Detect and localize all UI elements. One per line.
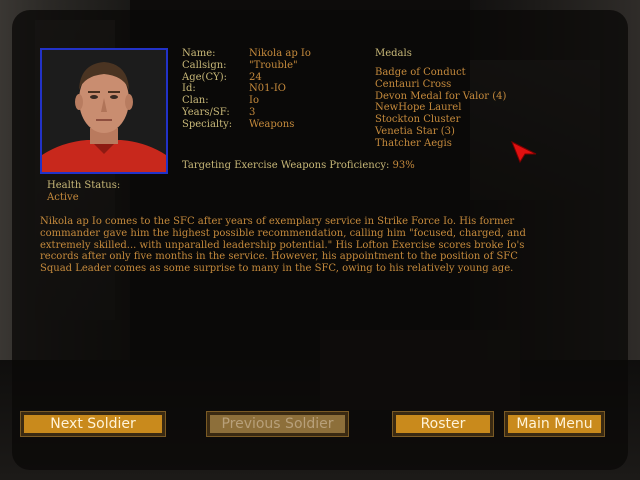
bio-line: records after only five months in the se… bbox=[40, 251, 518, 263]
bio-line: commander gave him the highest possible … bbox=[40, 227, 526, 239]
medal-item: Thatcher Aegis bbox=[375, 137, 452, 149]
medals-heading: Medals bbox=[375, 48, 412, 59]
proficiency-label: Targeting Exercise Weapons Proficiency: bbox=[182, 160, 390, 171]
label-callsign: Callsign: bbox=[182, 59, 227, 71]
main-menu-button[interactable]: Main Menu bbox=[504, 411, 605, 437]
label-clan: Clan: bbox=[182, 95, 209, 107]
value-specialty: Weapons bbox=[249, 118, 295, 130]
label-id: Id: bbox=[182, 83, 196, 95]
value-age: 24 bbox=[249, 71, 262, 83]
bio-line: Squad Leader comes as some surprise to m… bbox=[40, 263, 514, 275]
bio-line: extremely skilled... with unparalled lea… bbox=[40, 239, 525, 251]
roster-button[interactable]: Roster bbox=[392, 411, 494, 437]
dossier-labels: Name: Callsign: Age(CY): Id: Clan: Years… bbox=[182, 48, 232, 131]
medal-item: NewHope Laurel bbox=[375, 102, 462, 114]
soldier-portrait-image bbox=[42, 50, 166, 172]
weapons-proficiency: Targeting Exercise Weapons Proficiency: … bbox=[182, 160, 415, 172]
health-value: Active bbox=[47, 191, 79, 203]
health-label: Health Status: bbox=[47, 180, 121, 191]
value-callsign: "Trouble" bbox=[249, 59, 298, 71]
soldier-biography: Nikola ap Io comes to the SFC after year… bbox=[40, 216, 600, 275]
medal-item: Centauri Cross bbox=[375, 78, 452, 90]
label-specialty: Specialty: bbox=[182, 118, 233, 130]
cursor-arrow-icon bbox=[511, 140, 537, 164]
value-clan: Io bbox=[249, 95, 259, 107]
medal-item: Stockton Cluster bbox=[375, 114, 461, 126]
next-soldier-button[interactable]: Next Soldier bbox=[20, 411, 166, 437]
dossier-values: Nikola ap Io "Trouble" 24 N01-IO Io 3 We… bbox=[249, 48, 311, 131]
value-id: N01-IO bbox=[249, 83, 287, 95]
health-status: Health Status: Active bbox=[47, 180, 120, 204]
medal-item: Venetia Star (3) bbox=[375, 125, 455, 137]
value-name: Nikola ap Io bbox=[249, 48, 311, 59]
previous-soldier-button[interactable]: Previous Soldier bbox=[206, 411, 349, 437]
medal-item: Devon Medal for Valor (4) bbox=[375, 90, 507, 102]
medals-list: Badge of Conduct Centauri Cross Devon Me… bbox=[375, 67, 506, 150]
label-years: Years/SF: bbox=[182, 106, 230, 118]
label-age: Age(CY): bbox=[182, 71, 227, 83]
medal-item: Badge of Conduct bbox=[375, 67, 466, 78]
value-years: 3 bbox=[249, 106, 256, 118]
bio-line: Nikola ap Io comes to the SFC after year… bbox=[40, 216, 515, 227]
soldier-portrait bbox=[40, 48, 168, 174]
label-name: Name: bbox=[182, 48, 216, 59]
proficiency-value: 93% bbox=[392, 160, 415, 171]
